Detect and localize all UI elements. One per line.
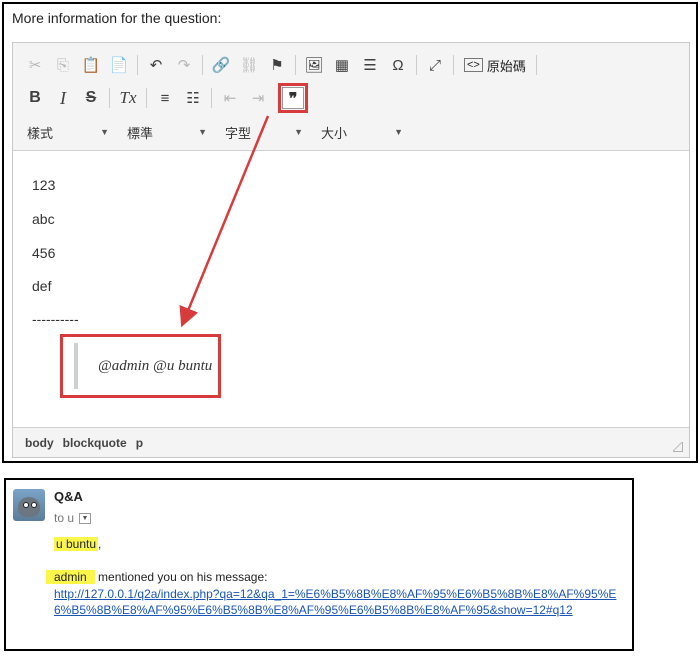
resize-handle-icon[interactable] bbox=[673, 442, 683, 452]
toolbar-separator bbox=[535, 55, 537, 75]
toolbar-row-2: B I S Tx ≡ ☷ ⇤ ⇥ ❞ bbox=[23, 83, 308, 113]
source-label: 原始碼 bbox=[486, 58, 526, 74]
content-line: ---------- bbox=[32, 311, 79, 327]
special-char-icon[interactable]: Ω bbox=[386, 53, 410, 77]
editor-content[interactable]: 123 abc 456 def ---------- @admin @u bun… bbox=[13, 152, 689, 424]
question-link[interactable]: http://127.0.0.1/q2a/index.php?qa=12&qa_… bbox=[54, 586, 629, 618]
blockquote-button-highlight[interactable]: ❞ bbox=[278, 83, 308, 113]
email-recipient: to u ▼ bbox=[54, 511, 92, 525]
path-item-p[interactable]: p bbox=[136, 436, 143, 450]
format-dropdown[interactable]: 標準 ▼ bbox=[123, 121, 211, 143]
unlink-icon[interactable]: ⛓ bbox=[237, 53, 261, 77]
editor-screenshot-panel: More information for the question: ✂ ⎘ 📋… bbox=[2, 2, 698, 463]
styles-dropdown[interactable]: 樣式 ▼ bbox=[23, 121, 113, 143]
toolbar-separator bbox=[416, 55, 417, 75]
source-button[interactable]: <> 原始碼 bbox=[460, 53, 530, 77]
bulleted-list-icon[interactable]: ☷ bbox=[181, 86, 205, 110]
chevron-down-icon: ▼ bbox=[100, 127, 109, 137]
bold-icon[interactable]: B bbox=[23, 86, 47, 110]
toolbar-separator bbox=[146, 88, 147, 108]
paste-icon[interactable]: 📋 bbox=[79, 53, 103, 77]
horizontal-line-icon[interactable]: ☰ bbox=[358, 53, 382, 77]
recipient-label: to u bbox=[54, 511, 75, 525]
content-line: def bbox=[32, 278, 52, 294]
numbered-list-icon[interactable]: ≡ bbox=[153, 86, 177, 110]
undo-icon[interactable]: ↶ bbox=[144, 53, 168, 77]
table-icon[interactable]: ▦ bbox=[330, 53, 354, 77]
font-dropdown[interactable]: 字型 ▼ bbox=[221, 121, 307, 143]
path-item-body[interactable]: body bbox=[25, 436, 54, 450]
path-item-blockquote[interactable]: blockquote bbox=[63, 436, 127, 450]
toolbar-separator bbox=[453, 55, 454, 75]
indent-icon[interactable]: ⇥ bbox=[246, 86, 270, 110]
content-line: 123 bbox=[32, 177, 56, 193]
toolbar-separator bbox=[211, 88, 212, 108]
source-icon: <> bbox=[464, 58, 483, 72]
anchor-flag-icon[interactable]: ⚑ bbox=[265, 53, 289, 77]
toolbar-separator bbox=[295, 55, 296, 75]
question-label: More information for the question: bbox=[12, 10, 222, 26]
mention-user-highlight: admin bbox=[46, 570, 95, 584]
size-dropdown[interactable]: 大小 ▼ bbox=[317, 121, 407, 143]
blockquote-highlight: @admin @u buntu bbox=[60, 334, 221, 398]
image-icon[interactable]: 🖼 bbox=[302, 53, 326, 77]
font-dropdown-label: 字型 bbox=[225, 125, 252, 141]
remove-format-icon[interactable]: Tx bbox=[116, 86, 140, 110]
cut-icon[interactable]: ✂ bbox=[23, 53, 47, 77]
content-line: 456 bbox=[32, 245, 56, 261]
email-greeting: u buntu, bbox=[54, 537, 101, 551]
paste-text-icon[interactable]: 📄 bbox=[107, 53, 131, 77]
mention-line: admin mentioned you on his message: bbox=[46, 570, 267, 584]
toolbar-separator bbox=[202, 55, 203, 75]
seal-mascot-icon bbox=[18, 497, 40, 517]
styles-dropdown-label: 樣式 bbox=[27, 125, 54, 141]
toolbar-separator bbox=[109, 88, 110, 108]
eye-shape bbox=[23, 502, 29, 508]
copy-icon[interactable]: ⎘ bbox=[51, 53, 75, 77]
chevron-down-icon: ▼ bbox=[198, 127, 207, 137]
size-dropdown-label: 大小 bbox=[321, 125, 348, 141]
content-line: abc bbox=[32, 211, 55, 227]
chevron-down-icon: ▼ bbox=[294, 127, 303, 137]
outdent-icon[interactable]: ⇤ bbox=[218, 86, 242, 110]
editor-toolbar: ✂ ⎘ 📋 📄 ↶ ↷ 🔗 ⛓ ⚑ 🖼 ▦ ☰ Ω ⤢ <> 原始碼 B I S… bbox=[13, 43, 689, 151]
rich-text-editor: ✂ ⎘ 📋 📄 ↶ ↷ 🔗 ⛓ ⚑ 🖼 ▦ ☰ Ω ⤢ <> 原始碼 B I S… bbox=[12, 42, 690, 458]
avatar bbox=[13, 489, 45, 521]
blockquote-text: @admin @u buntu bbox=[74, 343, 212, 389]
link-icon[interactable]: 🔗 bbox=[209, 53, 233, 77]
element-path-bar: body blockquote p bbox=[13, 427, 689, 457]
mention-text: mentioned you on his message: bbox=[94, 570, 268, 584]
toolbar-row-3: 樣式 ▼ 標準 ▼ 字型 ▼ 大小 ▼ bbox=[23, 120, 417, 144]
italic-icon[interactable]: I bbox=[51, 86, 75, 110]
chevron-down-icon: ▼ bbox=[394, 127, 403, 137]
greeting-name-highlight: u buntu bbox=[54, 537, 99, 551]
redo-icon[interactable]: ↷ bbox=[172, 53, 196, 77]
maximize-icon[interactable]: ⤢ bbox=[423, 53, 447, 77]
greeting-suffix: , bbox=[98, 537, 102, 551]
recipient-dropdown-icon[interactable]: ▼ bbox=[79, 512, 92, 524]
blockquote-icon: ❞ bbox=[282, 87, 304, 109]
toolbar-separator bbox=[137, 55, 138, 75]
strike-icon[interactable]: S bbox=[79, 86, 103, 110]
format-dropdown-label: 標準 bbox=[127, 125, 154, 141]
toolbar-row-1: ✂ ⎘ 📋 📄 ↶ ↷ 🔗 ⛓ ⚑ 🖼 ▦ ☰ Ω ⤢ <> 原始碼 bbox=[23, 53, 543, 77]
eye-shape bbox=[31, 502, 37, 508]
email-sender: Q&A bbox=[54, 489, 83, 504]
email-notification-panel: Q&A to u ▼ u buntu, admin mentioned you … bbox=[4, 478, 634, 651]
